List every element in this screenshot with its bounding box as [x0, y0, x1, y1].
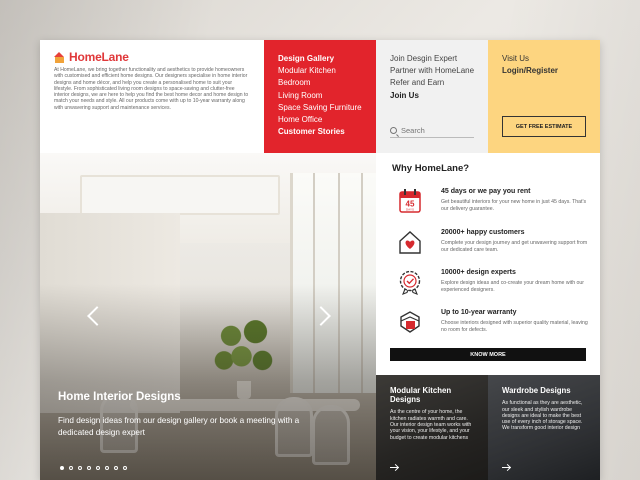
feature-heading: 45 days or we pay you rent	[441, 188, 531, 195]
feature-item: 45 DAYS 45 days or we pay you rent Get b…	[390, 188, 590, 228]
feature-text: Get beautiful interiors for your new hom…	[441, 199, 587, 212]
house-logo-icon	[54, 51, 65, 63]
account-nav: Visit Us Login/Register GET FREE ESTIMAT…	[488, 40, 600, 153]
wardrobe-card[interactable]: Wardrobe Designs As functional as they a…	[488, 375, 600, 480]
feature-text: Choose interiors designed with superior …	[441, 320, 588, 333]
nav-refer-earn[interactable]: Refer and Earn	[390, 77, 474, 89]
feature-item: Up to 10-year warranty Choose interiors …	[390, 309, 590, 349]
nav-design-gallery[interactable]: Design Gallery	[278, 53, 362, 65]
logo-text: HomeLane	[69, 50, 129, 64]
search-icon[interactable]	[390, 127, 397, 134]
nav-customer-stories[interactable]: Customer Stories	[278, 126, 362, 138]
feature-heading: 10000+ design experts	[441, 269, 516, 276]
brand-description: At HomeLane, we bring together functiona…	[54, 67, 249, 111]
nav-partner[interactable]: Partner with HomeLane	[390, 65, 474, 77]
hero-slider: Home Interior Designs Find design ideas …	[40, 153, 376, 480]
arrow-right-icon[interactable]	[390, 467, 398, 468]
slider-dot[interactable]	[114, 466, 118, 470]
know-more-button[interactable]: KNOW MORE	[390, 348, 586, 361]
feature-text: Complete your design journey and get unw…	[441, 240, 588, 253]
get-free-estimate-button[interactable]: GET FREE ESTIMATE	[502, 116, 586, 137]
header: HomeLane At HomeLane, we bring together …	[40, 40, 600, 153]
hero-title: Home Interior Designs	[58, 391, 181, 403]
feature-text: Explore design ideas and co-create your …	[441, 280, 585, 293]
slider-dot[interactable]	[105, 466, 109, 470]
svg-text:DAYS: DAYS	[406, 208, 414, 212]
secondary-nav: Join Desgin Expert Partner with HomeLane…	[376, 40, 488, 153]
card-title: Wardrobe Designs	[502, 386, 571, 395]
nav-modular-kitchen[interactable]: Modular Kitchen	[278, 65, 362, 77]
slider-dot[interactable]	[96, 466, 100, 470]
card-text: As functional as they are aesthetic, our…	[502, 400, 583, 432]
primary-nav: Design Gallery Modular Kitchen Bedroom L…	[264, 40, 376, 153]
brand-block: HomeLane At HomeLane, we bring together …	[40, 40, 264, 153]
card-text: As the centre of your home, the kitchen …	[390, 409, 472, 441]
feature-heading: 20000+ happy customers	[441, 229, 525, 236]
slider-dot[interactable]	[60, 466, 64, 470]
card-title: Modular Kitchen Designs	[390, 386, 452, 405]
slider-dots	[60, 466, 127, 470]
nav-login-register[interactable]: Login/Register	[502, 65, 586, 77]
slider-dot[interactable]	[123, 466, 127, 470]
calendar-45-icon: 45 DAYS	[399, 189, 421, 213]
search-input[interactable]	[401, 126, 471, 135]
nav-home-office[interactable]: Home Office	[278, 114, 362, 126]
heart-home-icon	[399, 231, 421, 254]
nav-join-design-expert[interactable]: Join Desgin Expert	[390, 53, 474, 65]
feature-heading: Up to 10-year warranty	[441, 309, 517, 316]
nav-join-us[interactable]: Join Us	[390, 90, 474, 102]
website-mockup: HomeLane At HomeLane, we bring together …	[40, 40, 600, 480]
slider-dot[interactable]	[87, 466, 91, 470]
search-bar	[390, 124, 474, 138]
nav-bedroom[interactable]: Bedroom	[278, 77, 362, 89]
logo[interactable]: HomeLane	[54, 50, 250, 64]
expert-badge-icon	[399, 270, 421, 295]
arrow-right-icon[interactable]	[502, 467, 510, 468]
warranty-shield-icon	[400, 311, 420, 333]
why-homelane-panel: Why HomeLane? 45 DAYS 45 days or we pay …	[376, 153, 600, 375]
feature-item: 20000+ happy customers Complete your des…	[390, 229, 590, 269]
nav-space-saving-furniture[interactable]: Space Saving Furniture	[278, 102, 362, 114]
feature-item: 10000+ design experts Explore design ide…	[390, 269, 590, 309]
slider-dot[interactable]	[78, 466, 82, 470]
hero-subtitle: Find design ideas from our design galler…	[58, 416, 300, 437]
why-title: Why HomeLane?	[392, 163, 470, 174]
nav-living-room[interactable]: Living Room	[278, 90, 362, 102]
slider-dot[interactable]	[69, 466, 73, 470]
modular-kitchen-card[interactable]: Modular Kitchen Designs As the centre of…	[376, 375, 488, 480]
nav-visit-us[interactable]: Visit Us	[502, 53, 586, 65]
